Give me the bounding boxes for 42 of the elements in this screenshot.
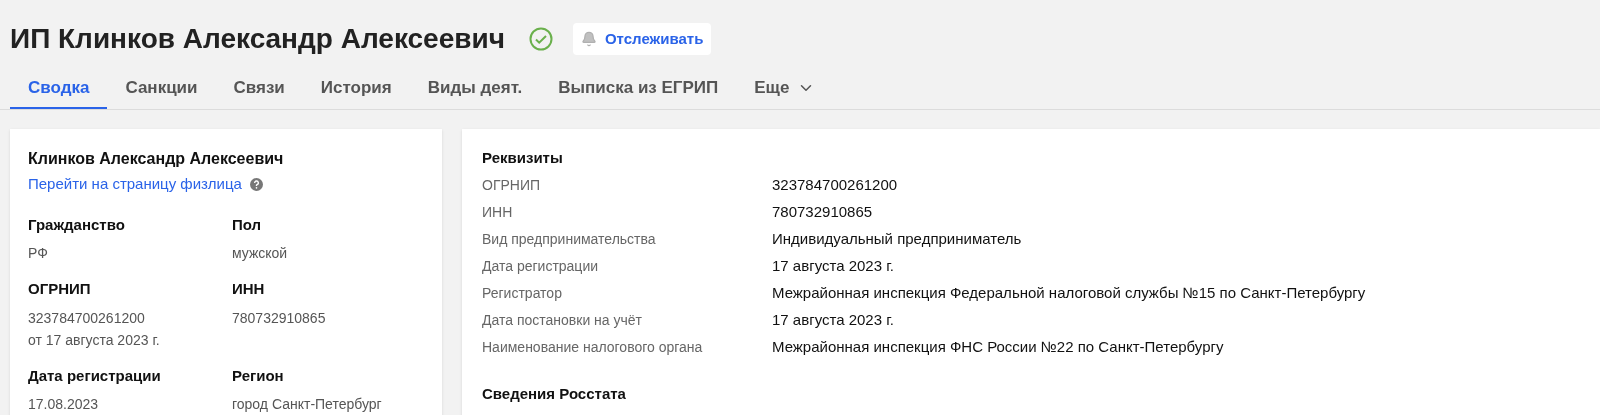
- field-value: РФ: [28, 244, 49, 263]
- field-value: 17.08.2023: [28, 395, 100, 414]
- tab[interactable]: Выписка из ЕГРИП: [540, 69, 737, 109]
- detail-value: Межрайонная инспекция ФНС России №22 по Санкт-Петербургу: [772, 336, 1224, 357]
- tab[interactable]: История: [302, 69, 410, 109]
- person-name: Клинков Александр Алексеевич: [28, 149, 285, 169]
- detail-label: Дата регистрации: [482, 256, 600, 276]
- tab[interactable]: Связи: [215, 69, 303, 109]
- detail-label: Вид предпринимательства: [482, 229, 657, 249]
- detail-label: Регистратор: [482, 283, 563, 303]
- detail-label: Наименование налогового органа: [482, 337, 704, 357]
- field-label: Дата регистрации: [28, 365, 162, 386]
- detail-value: Индивидуальный предприниматель: [772, 228, 1022, 249]
- section-title: Сведения Росстата: [482, 383, 627, 404]
- detail-label: ОГРНИП: [482, 175, 542, 195]
- bell-icon: [580, 31, 597, 47]
- field-value: 323784700261200: [28, 308, 146, 328]
- detail-value: 17 августа 2023 г.: [772, 255, 895, 276]
- tab[interactable]: Виды деят.: [409, 69, 541, 109]
- follow-button[interactable]: Отслеживать: [572, 23, 712, 55]
- detail-label: Дата постановки на учёт: [482, 310, 643, 330]
- detail-value: 17 августа 2023 г.: [772, 309, 895, 330]
- detail-label: ИНН: [482, 202, 514, 222]
- page-title: ИП Клинков Александр Алексеевич: [10, 22, 505, 56]
- field-value: мужской: [232, 244, 289, 263]
- tab[interactable]: Санкции: [107, 69, 216, 109]
- field-value: от 17 августа 2023 г.: [28, 330, 161, 350]
- help-icon[interactable]: [249, 177, 263, 191]
- field-value: 780732910865: [232, 308, 327, 328]
- field-value: город Санкт-Петербург: [232, 395, 383, 414]
- detail-value: 323784700261200: [772, 174, 898, 195]
- tab[interactable]: Еще: [736, 69, 834, 109]
- section-title: Реквизиты: [482, 148, 564, 168]
- field-label: Гражданство: [28, 214, 126, 235]
- field-label: ОГРНИП: [28, 279, 92, 299]
- field-label: Регион: [232, 365, 285, 386]
- tab[interactable]: Сводка: [10, 69, 108, 109]
- field-label: Пол: [232, 214, 263, 235]
- detail-value: 780732910865: [772, 201, 873, 222]
- field-label: ИНН: [232, 279, 266, 299]
- detail-value: Межрайонная инспекция Федеральной налоговой службы №15 по Санкт-Петербургу: [772, 282, 1366, 303]
- person-page-link[interactable]: Перейти на страницу физлица: [28, 173, 242, 196]
